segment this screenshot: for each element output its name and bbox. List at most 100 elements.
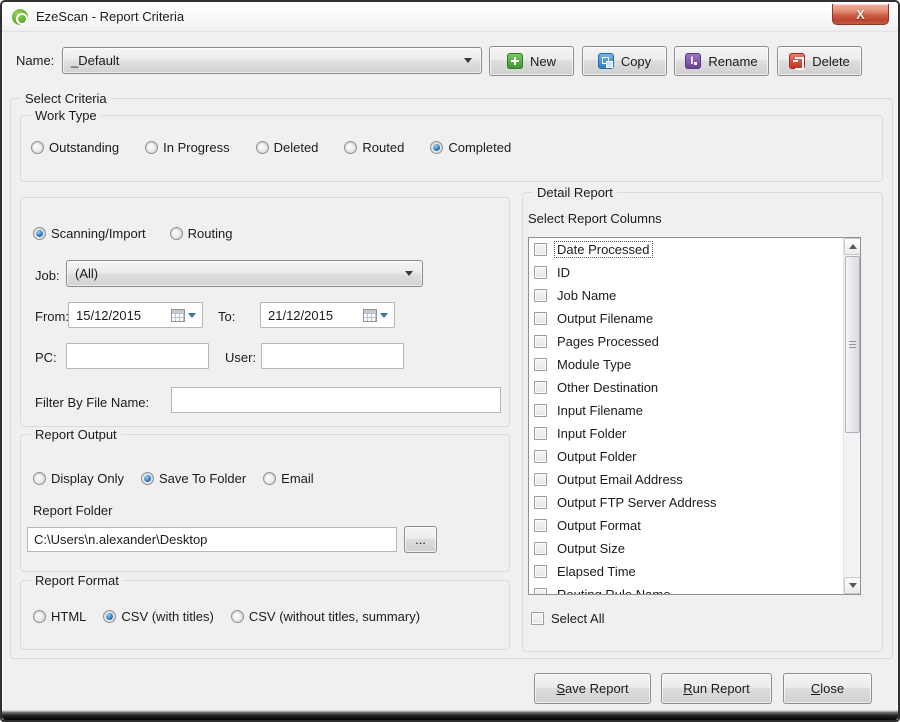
checkbox-icon[interactable] bbox=[534, 312, 547, 325]
titlebar[interactable]: EzeScan - Report Criteria X bbox=[2, 2, 898, 32]
checkbox-icon[interactable] bbox=[534, 542, 547, 555]
checkbox-icon[interactable] bbox=[534, 427, 547, 440]
checkbox-icon[interactable] bbox=[534, 381, 547, 394]
checkbox-icon[interactable] bbox=[534, 404, 547, 417]
output-radio-email[interactable]: Email bbox=[263, 471, 314, 486]
column-row-input-folder[interactable]: Input Folder bbox=[529, 422, 860, 445]
report-folder-input[interactable] bbox=[28, 528, 396, 551]
calendar-icon[interactable] bbox=[363, 309, 377, 322]
worktype-radio-outstanding[interactable]: Outstanding bbox=[31, 140, 119, 155]
report-output-title: Report Output bbox=[31, 427, 121, 442]
column-row-module-type[interactable]: Module Type bbox=[529, 353, 860, 376]
from-date-picker[interactable]: 15/12/2015 bbox=[68, 302, 203, 328]
select-all-checkbox[interactable]: Select All bbox=[531, 611, 604, 626]
checkbox-icon[interactable] bbox=[534, 243, 547, 256]
column-row-elapsed-time[interactable]: Elapsed Time bbox=[529, 560, 860, 583]
chevron-down-icon[interactable] bbox=[188, 313, 196, 318]
file-filter-input[interactable] bbox=[172, 388, 500, 412]
output-radio-display-only[interactable]: Display Only bbox=[33, 471, 124, 486]
report-criteria-window: EzeScan - Report Criteria X Name: _Defau… bbox=[0, 0, 900, 722]
checkbox-icon[interactable] bbox=[534, 519, 547, 532]
job-select[interactable]: (All) bbox=[66, 260, 423, 287]
pc-input[interactable] bbox=[67, 344, 208, 368]
column-row-other-destination[interactable]: Other Destination bbox=[529, 376, 860, 399]
checkbox-icon[interactable] bbox=[534, 496, 547, 509]
worktype-radio-completed[interactable]: Completed bbox=[430, 140, 511, 155]
job-value: (All) bbox=[67, 266, 405, 281]
column-row-input-filename[interactable]: Input Filename bbox=[529, 399, 860, 422]
report-columns-listbox[interactable]: Date Processed ID Job Name Output Filena… bbox=[528, 237, 861, 595]
radio-icon bbox=[33, 610, 46, 623]
chevron-down-icon bbox=[464, 58, 472, 63]
from-label: From: bbox=[35, 309, 69, 324]
checkbox-icon[interactable] bbox=[534, 588, 547, 595]
mode-radio-row: Scanning/Import Routing bbox=[33, 226, 232, 241]
radio-icon bbox=[141, 472, 154, 485]
radio-icon bbox=[103, 610, 116, 623]
worktype-radio-deleted[interactable]: Deleted bbox=[256, 140, 319, 155]
scroll-up-button[interactable] bbox=[844, 238, 861, 255]
report-format-title: Report Format bbox=[31, 573, 123, 588]
work-type-title: Work Type bbox=[31, 108, 101, 123]
rename-button[interactable]: Rename bbox=[674, 46, 769, 76]
browse-folder-button[interactable]: ... bbox=[404, 526, 437, 553]
column-row-clipped[interactable]: Routing Rule Name bbox=[529, 583, 860, 595]
checkbox-icon[interactable] bbox=[534, 450, 547, 463]
checkbox-icon[interactable] bbox=[534, 289, 547, 302]
detail-report-group: Detail Report Select Report Columns Date… bbox=[522, 192, 883, 652]
checkbox-icon[interactable] bbox=[534, 335, 547, 348]
user-input[interactable] bbox=[262, 344, 403, 368]
output-radio-save-to-folder[interactable]: Save To Folder bbox=[141, 471, 246, 486]
file-filter-field-wrap bbox=[171, 387, 501, 413]
column-row-output-size[interactable]: Output Size bbox=[529, 537, 860, 560]
pc-label: PC: bbox=[35, 350, 57, 365]
rename-icon bbox=[685, 53, 701, 69]
column-row-output-email-address[interactable]: Output Email Address bbox=[529, 468, 860, 491]
mode-radio-scanning-import[interactable]: Scanning/Import bbox=[33, 226, 146, 241]
worktype-radio-in-progress[interactable]: In Progress bbox=[145, 140, 229, 155]
calendar-icon[interactable] bbox=[171, 309, 185, 322]
copy-icon bbox=[598, 53, 614, 69]
file-filter-label: Filter By File Name: bbox=[35, 395, 149, 410]
report-name-select[interactable]: _Default bbox=[62, 47, 482, 74]
column-row-id[interactable]: ID bbox=[529, 261, 860, 284]
column-row-output-filename[interactable]: Output Filename bbox=[529, 307, 860, 330]
checkbox-icon[interactable] bbox=[534, 358, 547, 371]
to-date-picker[interactable]: 21/12/2015 bbox=[260, 302, 395, 328]
mode-radio-routing[interactable]: Routing bbox=[170, 226, 233, 241]
copy-button[interactable]: Copy bbox=[582, 46, 667, 76]
format-radio-html[interactable]: HTML bbox=[33, 609, 86, 624]
column-row-job-name[interactable]: Job Name bbox=[529, 284, 860, 307]
checkbox-icon[interactable] bbox=[534, 565, 547, 578]
report-name-value: _Default bbox=[63, 53, 464, 68]
format-radio-csv-with-titles[interactable]: CSV (with titles) bbox=[103, 609, 213, 624]
close-icon: X bbox=[856, 8, 865, 21]
listbox-scrollbar[interactable] bbox=[843, 238, 860, 594]
column-row-output-ftp-server-address[interactable]: Output FTP Server Address bbox=[529, 491, 860, 514]
column-row-pages-processed[interactable]: Pages Processed bbox=[529, 330, 860, 353]
scroll-down-button[interactable] bbox=[844, 577, 861, 594]
radio-icon bbox=[430, 141, 443, 154]
save-report-button[interactable]: Save Report bbox=[534, 673, 651, 704]
scrollbar-thumb[interactable] bbox=[845, 256, 860, 433]
radio-icon bbox=[256, 141, 269, 154]
checkbox-icon[interactable] bbox=[534, 473, 547, 486]
filter-panel-group: Scanning/Import Routing Job: (All) From:… bbox=[20, 197, 510, 427]
to-label: To: bbox=[218, 309, 235, 324]
radio-icon bbox=[344, 141, 357, 154]
column-row-date-processed[interactable]: Date Processed bbox=[529, 238, 860, 261]
close-dialog-button[interactable]: Close bbox=[783, 673, 872, 704]
delete-button[interactable]: Delete bbox=[777, 46, 862, 76]
radio-icon bbox=[33, 227, 46, 240]
column-row-output-folder[interactable]: Output Folder bbox=[529, 445, 860, 468]
thumb-grip-icon bbox=[849, 341, 856, 349]
checkbox-icon[interactable] bbox=[534, 266, 547, 279]
chevron-down-icon[interactable] bbox=[380, 313, 388, 318]
column-row-output-format[interactable]: Output Format bbox=[529, 514, 860, 537]
run-report-button[interactable]: Run Report bbox=[661, 673, 772, 704]
radio-icon bbox=[145, 141, 158, 154]
worktype-radio-routed[interactable]: Routed bbox=[344, 140, 404, 155]
format-radio-csv-without-titles[interactable]: CSV (without titles, summary) bbox=[231, 609, 420, 624]
close-button[interactable]: X bbox=[832, 4, 889, 25]
new-button[interactable]: New bbox=[489, 46, 574, 76]
